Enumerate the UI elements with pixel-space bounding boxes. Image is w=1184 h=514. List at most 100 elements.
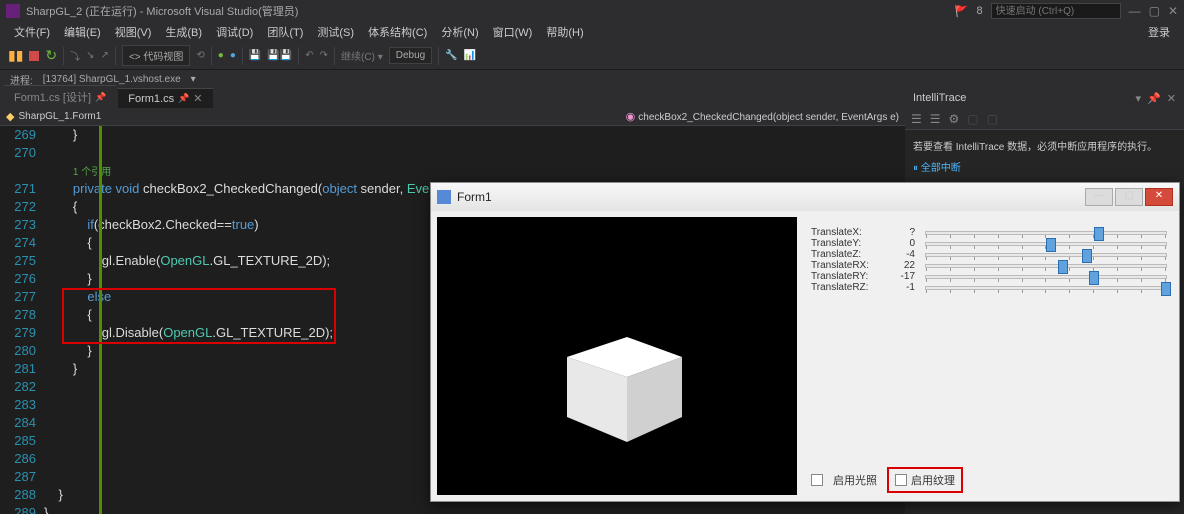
save-all-icon[interactable]: 💾💾 xyxy=(267,50,292,61)
break-icon: ⏸ xyxy=(913,163,921,174)
intellitrace-message: 若要查看 IntelliTrace 数据，必须中断应用程序的执行。 xyxy=(913,138,1176,153)
menu-item[interactable]: 帮助(H) xyxy=(540,22,589,42)
tab-close-icon[interactable]: ✕ xyxy=(193,92,202,105)
slider-thumb[interactable] xyxy=(1058,260,1068,274)
pin-icon[interactable]: 📌 xyxy=(178,93,189,104)
opengl-canvas[interactable] xyxy=(437,217,797,495)
menu-item[interactable]: 编辑(E) xyxy=(58,22,107,42)
slider-label: TranslateRZ: xyxy=(811,282,881,293)
menu-item[interactable]: 窗口(W) xyxy=(487,22,539,42)
menu-item[interactable]: 体系结构(C) xyxy=(362,22,433,42)
save-icon[interactable]: 💾 xyxy=(249,50,261,61)
slider-label: TranslateY: xyxy=(811,238,881,249)
code-view-combo[interactable]: <> 代码视图 xyxy=(122,45,190,66)
menu-item[interactable]: 分析(N) xyxy=(435,22,484,42)
step-over-icon[interactable]: ⤵ xyxy=(70,48,80,63)
nav-icon: ◉ xyxy=(626,111,639,123)
login-link[interactable]: 登录 xyxy=(1142,22,1176,42)
menu-item[interactable]: 生成(B) xyxy=(159,22,208,42)
menu-bar: 文件(F)编辑(E)视图(V)生成(B)调试(D)团队(T)测试(S)体系结构(… xyxy=(0,22,1184,42)
line-number: 284 xyxy=(0,414,36,432)
line-number: 283 xyxy=(0,396,36,414)
line-number: 288 xyxy=(0,486,36,504)
slider-thumb[interactable] xyxy=(1089,271,1099,285)
code-line[interactable]: } xyxy=(44,126,905,144)
document-tab[interactable]: Form1.cs [设计]📌 xyxy=(4,85,116,108)
slider-row: TranslateX:? xyxy=(811,227,1167,238)
panel-pin-icon[interactable]: 📌 xyxy=(1147,92,1161,105)
form1-minimize-button[interactable]: — xyxy=(1085,188,1113,206)
filter-icon[interactable]: ☰ xyxy=(930,112,941,126)
maximize-button[interactable]: ▢ xyxy=(1149,4,1160,18)
slider-track[interactable] xyxy=(925,231,1167,235)
slider-thumb[interactable] xyxy=(1082,249,1092,263)
toolbar-icon[interactable]: ▢ xyxy=(967,112,978,126)
toolbar-button[interactable]: ● xyxy=(230,50,236,61)
toolbar-icon[interactable]: ▢ xyxy=(987,112,998,126)
quick-launch-input[interactable] xyxy=(991,3,1121,19)
enable-texture-checkbox[interactable] xyxy=(895,474,907,486)
slider-thumb[interactable] xyxy=(1094,227,1104,241)
slider-track[interactable] xyxy=(925,275,1167,279)
separator xyxy=(438,47,439,65)
cube-rendering xyxy=(557,317,697,447)
menu-item[interactable]: 团队(T) xyxy=(261,22,309,42)
slider-track[interactable] xyxy=(925,286,1167,290)
form1-close-button[interactable]: ✕ xyxy=(1145,188,1173,206)
close-button[interactable]: ✕ xyxy=(1168,4,1178,18)
pin-icon[interactable]: 📌 xyxy=(95,92,106,103)
process-dropdown-icon[interactable]: ▾ xyxy=(191,74,196,85)
slider-thumb[interactable] xyxy=(1161,282,1171,296)
menu-item[interactable]: 文件(F) xyxy=(8,22,56,42)
nav-member[interactable]: checkBox2_CheckedChanged(object sender, … xyxy=(638,112,899,123)
notification-count[interactable]: 8 xyxy=(976,5,982,17)
controls-panel: TranslateX:?TranslateY:0TranslateZ:-4Tra… xyxy=(805,217,1173,495)
form1-icon xyxy=(437,190,451,204)
toolbar-dropdown[interactable]: 继续(C) ▾ xyxy=(341,48,383,63)
separator xyxy=(211,47,212,65)
document-tab[interactable]: Form1.cs📌✕ xyxy=(118,88,212,108)
line-number: 277 xyxy=(0,288,36,306)
slider-label: TranslateRY: xyxy=(811,271,881,282)
separator xyxy=(63,47,64,65)
toolbar-button[interactable]: 📊 xyxy=(464,50,476,61)
menu-item[interactable]: 测试(S) xyxy=(311,22,360,42)
nav-class[interactable]: SharpGL_1.Form1 xyxy=(18,111,101,122)
code-lens[interactable]: 1 个引用 xyxy=(44,162,905,180)
process-status-bar: 进程: [13764] SharpGL_1.vshost.exe ▾ xyxy=(0,70,1184,88)
step-out-icon[interactable]: ↗ xyxy=(101,50,109,61)
panel-dropdown-icon[interactable]: ▾ xyxy=(1136,92,1142,105)
restart-icon[interactable]: ↻ xyxy=(45,47,57,64)
toolbar-button[interactable]: 🔧 xyxy=(445,50,457,61)
slider-value: -1 xyxy=(891,282,915,293)
form1-maximize-button[interactable]: ▢ xyxy=(1115,188,1143,206)
gear-icon[interactable]: ⚙ xyxy=(949,112,960,126)
slider-row: TranslateZ:-4 xyxy=(811,249,1167,260)
slider-track[interactable] xyxy=(925,253,1167,257)
form1-title: Form1 xyxy=(457,190,1083,204)
config-combo[interactable]: Debug xyxy=(389,47,432,64)
code-line[interactable] xyxy=(44,144,905,162)
toolbar-button[interactable]: ↶ xyxy=(305,50,313,61)
slider-track[interactable] xyxy=(925,242,1167,246)
list-view-icon[interactable]: ☰ xyxy=(911,112,922,126)
notification-flag-icon[interactable]: 🚩 xyxy=(955,5,969,18)
step-into-icon[interactable]: ↘ xyxy=(86,50,94,61)
toolbar-button[interactable]: ↷ xyxy=(320,50,328,61)
break-all-link[interactable]: 全部中断 xyxy=(921,163,961,174)
line-number: 276 xyxy=(0,270,36,288)
slider-value: -4 xyxy=(891,249,915,260)
slider-thumb[interactable] xyxy=(1046,238,1056,252)
slider-track[interactable] xyxy=(925,264,1167,268)
form1-titlebar[interactable]: Form1 — ▢ ✕ xyxy=(431,183,1179,211)
code-line[interactable]: } xyxy=(44,504,905,514)
toolbar-button[interactable]: ⟲ xyxy=(196,50,204,61)
menu-item[interactable]: 视图(V) xyxy=(109,22,158,42)
stop-icon[interactable] xyxy=(29,51,39,61)
toolbar-button[interactable]: ● xyxy=(218,50,224,61)
menu-item[interactable]: 调试(D) xyxy=(210,22,259,42)
minimize-button[interactable]: — xyxy=(1129,4,1141,18)
pause-icon[interactable]: ▮▮ xyxy=(8,47,23,64)
panel-close-icon[interactable]: ✕ xyxy=(1167,92,1176,105)
enable-lighting-checkbox[interactable] xyxy=(811,474,823,486)
